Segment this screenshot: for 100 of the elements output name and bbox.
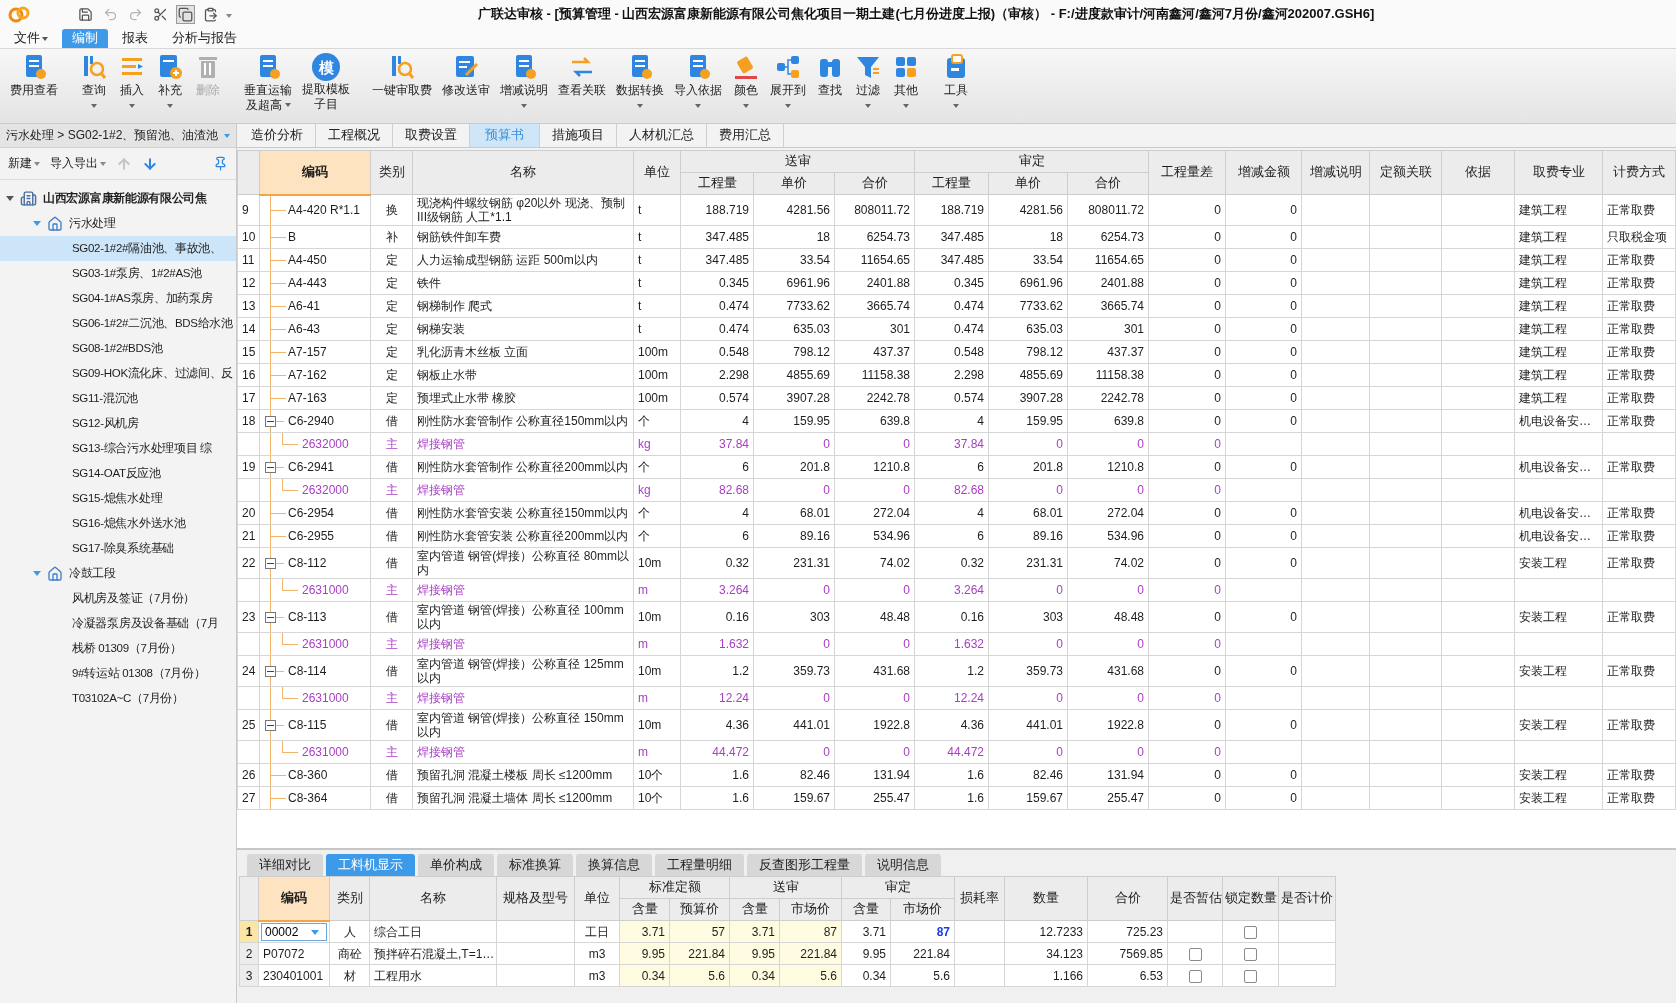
tree-item[interactable]: SG08-1#2#BDS池 bbox=[0, 336, 236, 361]
column-header[interactable]: 数量 bbox=[1004, 876, 1088, 921]
tree-item[interactable]: 冷鼓工段 bbox=[0, 561, 236, 586]
column-header[interactable]: 锁定数量 bbox=[1222, 876, 1279, 921]
tree-item[interactable]: SG14-OAT反应池 bbox=[0, 461, 236, 486]
tree-item[interactable]: T03102A~C（7月份） bbox=[0, 686, 236, 711]
toolbar-button[interactable]: 查看关联 bbox=[554, 53, 610, 98]
table-cell: 0 bbox=[1148, 501, 1226, 525]
tree-item[interactable]: SG06-1#2#二沉池、BDS给水池 bbox=[0, 311, 236, 336]
table-cell: 主 bbox=[370, 686, 413, 710]
tree-item[interactable]: 山西宏源富康新能源有限公司焦 bbox=[0, 186, 236, 211]
column-header[interactable]: 名称 bbox=[369, 876, 497, 921]
toolbar-button[interactable]: 费用查看 bbox=[6, 53, 62, 98]
collapse-toggle[interactable] bbox=[265, 720, 276, 731]
customize-caret-icon[interactable] bbox=[226, 13, 232, 18]
table-cell: 借 bbox=[370, 409, 413, 433]
panel-tab[interactable]: 反查图形工程量 bbox=[747, 854, 862, 876]
tree-item[interactable]: SG16-熄焦水外送水池 bbox=[0, 511, 236, 536]
collapse-toggle[interactable] bbox=[265, 666, 276, 677]
toolbar-button[interactable]: 展开到 bbox=[766, 53, 810, 108]
tree-item[interactable]: 栈桥 01309（7月份） bbox=[0, 636, 236, 661]
copy-button[interactable] bbox=[176, 4, 195, 24]
column-header[interactable]: 编码 bbox=[258, 876, 330, 921]
collapse-toggle[interactable] bbox=[265, 416, 276, 427]
toolbar-button[interactable]: 颜色 bbox=[728, 53, 764, 108]
tree-item[interactable]: SG04-1#AS泵房、加药泵房 bbox=[0, 286, 236, 311]
tree-item[interactable]: SG13-综合污水处理项目 综 bbox=[0, 436, 236, 461]
column-header[interactable]: 是否计价 bbox=[1278, 876, 1336, 921]
code-text: 2631000 bbox=[302, 745, 349, 759]
panel-tab[interactable]: 详细对比 bbox=[247, 854, 323, 876]
column-header[interactable]: 计费方式 bbox=[1602, 150, 1676, 195]
table-cell: 补 bbox=[370, 225, 413, 249]
column-header[interactable]: 类别 bbox=[370, 150, 413, 195]
tree-item[interactable]: 9#转运站 01308（7月份） bbox=[0, 661, 236, 686]
code-input[interactable]: 00002 bbox=[261, 922, 327, 941]
collapse-toggle[interactable] bbox=[265, 462, 276, 473]
pin-icon[interactable] bbox=[213, 156, 228, 171]
column-header[interactable]: 单位 bbox=[574, 876, 620, 921]
tree-item[interactable]: SG11-混沉池 bbox=[0, 386, 236, 411]
column-header[interactable]: 工程量差 bbox=[1148, 150, 1226, 195]
copy-icon bbox=[178, 6, 193, 22]
menu-tab[interactable]: 报表 bbox=[112, 29, 158, 48]
toolbar-button[interactable]: 过滤 bbox=[850, 53, 886, 108]
column-header[interactable]: 增减说明 bbox=[1301, 150, 1370, 195]
dropdown-icon[interactable] bbox=[311, 929, 319, 935]
column-header[interactable]: 规格及型号 bbox=[496, 876, 575, 921]
column-header[interactable]: 损耗率 bbox=[954, 876, 1005, 921]
checkbox[interactable] bbox=[1244, 947, 1257, 961]
collapse-toggle[interactable] bbox=[265, 612, 276, 623]
panel-tab[interactable]: 标准换算 bbox=[497, 854, 573, 876]
tree-item[interactable]: SG12-风机房 bbox=[0, 411, 236, 436]
column-header[interactable]: 增减金额 bbox=[1225, 150, 1302, 195]
toolbar-button[interactable]: 插入 bbox=[114, 53, 150, 108]
toolbar-button[interactable]: 查询 bbox=[76, 53, 112, 108]
toolbar-button[interactable]: 一键审取费 bbox=[368, 53, 436, 98]
tree-item[interactable]: 污水处理 bbox=[0, 211, 236, 236]
toolbar-button[interactable]: 模 提取模板 子目 bbox=[298, 53, 354, 112]
tree-item[interactable]: 冷凝器泵房及设备基础（7月 bbox=[0, 611, 236, 636]
column-header[interactable]: 定额关联 bbox=[1369, 150, 1442, 195]
menu-tab[interactable]: 文件 bbox=[4, 29, 58, 48]
table-cell: m bbox=[633, 632, 681, 656]
menu-tab[interactable]: 分析与报告 bbox=[162, 29, 247, 48]
collapse-toggle[interactable] bbox=[265, 558, 276, 569]
toolbar-button[interactable]: 查找 bbox=[812, 53, 848, 98]
column-header[interactable]: 单位 bbox=[633, 150, 681, 195]
checkbox[interactable] bbox=[1244, 969, 1257, 983]
column-header[interactable]: 依据 bbox=[1441, 150, 1515, 195]
column-header[interactable]: 是否暂估 bbox=[1167, 876, 1223, 921]
tree-item[interactable]: SG15-熄焦水处理 bbox=[0, 486, 236, 511]
panel-tab[interactable]: 说明信息 bbox=[865, 854, 941, 876]
panel-tab[interactable]: 单价构成 bbox=[418, 854, 494, 876]
toolbar-button[interactable]: 其他 bbox=[888, 53, 924, 108]
checkbox[interactable] bbox=[1188, 947, 1202, 961]
toolbar-button[interactable]: 垂直运输 及超高 bbox=[240, 53, 296, 113]
toolbar-button[interactable]: 修改送审 bbox=[438, 53, 494, 98]
column-header[interactable]: 名称 bbox=[412, 150, 634, 195]
tree-item[interactable]: SG17-除臭系统基础 bbox=[0, 536, 236, 561]
checkbox[interactable] bbox=[1244, 925, 1257, 939]
tree-item[interactable]: 风机房及签证（7月份） bbox=[0, 586, 236, 611]
column-header[interactable]: 类别 bbox=[329, 876, 370, 921]
tree-item[interactable]: SG02-1#2#隔油池、事故池、 bbox=[0, 236, 236, 261]
dropdown-icon[interactable] bbox=[224, 133, 230, 138]
toolbar-button[interactable]: 导入依据 bbox=[670, 53, 726, 108]
checkbox[interactable] bbox=[1188, 969, 1202, 983]
toolbar-button[interactable]: 数据转换 bbox=[612, 53, 668, 108]
menu-button[interactable]: 导入导出 bbox=[50, 155, 106, 172]
down-arrow-button[interactable] bbox=[142, 155, 158, 172]
column-header[interactable]: 编码 bbox=[259, 150, 371, 195]
column-header[interactable]: 合价 bbox=[1087, 876, 1168, 921]
table-cell: 0 bbox=[1148, 655, 1226, 687]
toolbar-button[interactable]: 工具 bbox=[938, 53, 974, 108]
tree-item[interactable]: SG03-1#泵房、1#2#AS池 bbox=[0, 261, 236, 286]
table-cell: 0 bbox=[1225, 763, 1302, 787]
panel-tab[interactable]: 工程量明细 bbox=[655, 854, 744, 876]
menu-button[interactable]: 新建 bbox=[8, 155, 40, 172]
column-header[interactable]: 取费专业 bbox=[1514, 150, 1603, 195]
panel-tab[interactable]: 换算信息 bbox=[576, 854, 652, 876]
tree-item[interactable]: SG09-HOK流化床、过滤间、反 bbox=[0, 361, 236, 386]
toolbar-button[interactable]: 补充 bbox=[152, 53, 188, 108]
toolbar-button[interactable]: 增减说明 bbox=[496, 53, 552, 108]
